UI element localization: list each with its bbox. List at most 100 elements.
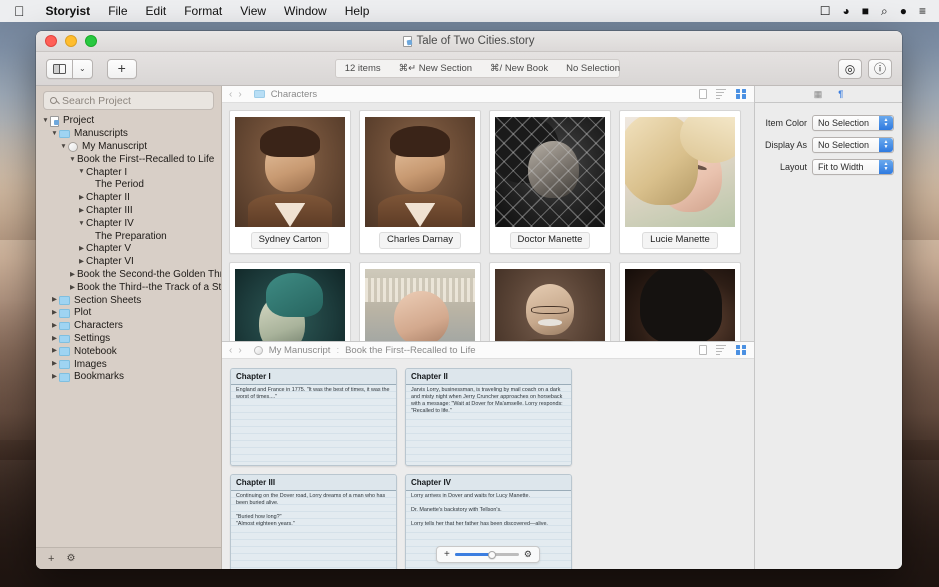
document-view-icon[interactable] [698,344,707,356]
document-view-icon[interactable] [698,88,707,100]
sidebar-item-characters[interactable]: ▶ Characters [36,320,221,333]
disclosure-open-icon[interactable]: ▼ [50,130,59,138]
character-card[interactable]: Doctor Manette [489,110,611,254]
sidebar-item-chapter-iii[interactable]: ▶ Chapter III [36,205,221,218]
zoom-control[interactable]: + ⚙ [436,546,540,563]
forward-button[interactable]: › [238,345,241,356]
outline-card-body[interactable]: Jarvis Lorry, businessman, is traveling … [406,384,571,465]
character-card[interactable] [619,261,741,341]
menu-item-format[interactable]: Format [175,4,231,18]
disclosure-closed-icon[interactable]: ▶ [50,335,59,343]
control-center-icon[interactable]: ≡ [919,5,926,17]
layout-select[interactable]: Fit to Width ▲ ▼ [812,159,894,175]
sidebar-item-notebook[interactable]: ▶ Notebook [36,345,221,358]
outline-card[interactable]: Chapter II Jarvis Lorry, businessman, is… [405,368,572,466]
disclosure-closed-icon[interactable]: ▶ [50,348,59,355]
disclosure-closed-icon[interactable]: ▶ [50,322,59,330]
battery-icon[interactable]: ■ [862,5,869,17]
add-item-button[interactable]: + [48,553,54,565]
new-book-shortcut[interactable]: ⌘/ New Book [481,63,557,74]
breadcrumb-book[interactable]: Book the First--Recalled to Life [345,345,475,356]
zoom-in-icon[interactable]: + [444,549,450,560]
disclosure-closed-icon[interactable]: ▶ [50,297,59,304]
grid-view-icon[interactable] [736,88,747,100]
search-input[interactable]: Search Project [43,91,214,110]
disclosure-open-icon[interactable]: ▼ [77,220,86,228]
menu-item-file[interactable]: File [99,4,136,18]
character-card[interactable]: Charles Darnay [359,110,481,254]
character-card[interactable]: Sydney Carton [229,110,351,254]
sidebar-item-chapter-ii[interactable]: ▶ Chapter II [36,192,221,205]
sidebar-item-chapter-iv[interactable]: ▼ Chapter IV [36,217,221,230]
toggle-sidebar-button[interactable] [46,58,73,79]
gear-icon[interactable]: ⚙ [524,549,532,560]
sidebar-item-book-the-second-the-golden-thread[interactable]: ▶Book the Second-the Golden Thread [36,269,221,282]
sidebar-item-bookmarks[interactable]: ▶ Bookmarks [36,371,221,384]
disclosure-closed-icon[interactable]: ▶ [77,258,86,266]
sidebar-item-manuscripts[interactable]: ▼ Manuscripts [36,128,221,141]
list-view-icon[interactable] [716,89,727,100]
list-view-icon[interactable] [716,345,727,356]
sidebar-item-plot[interactable]: ▶ Plot [36,307,221,320]
zoom-slider-knob[interactable] [488,550,496,559]
new-section-shortcut[interactable]: ⌘↵ New Section [390,63,481,74]
display-as-select[interactable]: No Selection ▲ ▼ [812,137,894,153]
sidebar-item-book-the-first-recalled-to-life[interactable]: ▼ Book the First--Recalled to Life [36,153,221,166]
gear-icon[interactable]: ⚙ [66,553,75,564]
disclosure-closed-icon[interactable]: ▶ [50,361,59,368]
sidebar-item-my-manuscript[interactable]: ▼ My Manuscript [36,141,221,154]
disclosure-open-icon[interactable]: ▼ [68,156,77,164]
sidebar-item-the-period[interactable]: ▶The Period [36,179,221,192]
siri-icon[interactable]: ● [900,5,907,17]
info-icon[interactable]: ⓘ [868,58,892,79]
paragraph-inspector-icon[interactable]: ¶ [838,89,843,99]
target-icon[interactable]: ◎ [838,58,862,79]
outline-card[interactable]: Chapter III Continuing on the Dover road… [230,474,397,569]
sidebar-item-the-preparation[interactable]: ▶The Preparation [36,230,221,243]
apple-icon[interactable]:  [14,4,25,18]
forward-button[interactable]: › [238,89,241,100]
disclosure-closed-icon[interactable]: ▶ [68,271,77,279]
disclosure-closed-icon[interactable]: ▶ [68,284,77,292]
sidebar-item-chapter-v[interactable]: ▶ Chapter V [36,243,221,256]
disclosure-open-icon[interactable]: ▼ [59,143,68,151]
add-item-button[interactable]: + [106,58,137,79]
layout-inspector-icon[interactable]: ▦ [814,89,823,100]
breadcrumb-manuscript[interactable]: My Manuscript [269,345,331,356]
menu-item-edit[interactable]: Edit [137,4,176,18]
character-card[interactable] [359,261,481,341]
character-card[interactable] [229,261,351,341]
wifi-icon[interactable]: ◕ [843,5,850,17]
grid-view-icon[interactable] [736,344,747,356]
sidebar-item-book-the-third-the-track-of-a-storm[interactable]: ▶Book the Third--the Track of a Storm [36,281,221,294]
disclosure-open-icon[interactable]: ▼ [77,169,86,176]
outline-card[interactable]: Chapter I England and France in 1775. "I… [230,368,397,466]
sidebar-item-settings[interactable]: ▶ Settings [36,333,221,346]
sidebar-options-button[interactable]: ⌄ [72,58,93,79]
disclosure-closed-icon[interactable]: ▶ [77,246,86,253]
back-button[interactable]: ‹ [229,345,232,356]
search-icon[interactable]: ⌕ [881,5,888,17]
sidebar-item-chapter-vi[interactable]: ▶ Chapter VI [36,256,221,269]
menu-item-view[interactable]: View [231,4,275,18]
disclosure-open-icon[interactable]: ▼ [41,118,50,125]
character-card[interactable]: Lucie Manette [619,110,741,254]
menu-item-window[interactable]: Window [275,4,336,18]
outline-card-body[interactable]: England and France in 1775. "It was the … [231,384,396,465]
menu-item-storyist[interactable]: Storyist [37,4,100,18]
item-color-select[interactable]: No Selection ▲ ▼ [812,115,894,131]
zoom-slider[interactable] [454,550,519,559]
disclosure-closed-icon[interactable]: ▶ [77,207,86,215]
outline-card-body[interactable]: Continuing on the Dover road, Lorry drea… [231,490,396,569]
sidebar-item-chapter-i[interactable]: ▼ Chapter I [36,166,221,179]
disclosure-closed-icon[interactable]: ▶ [50,374,59,381]
sidebar-item-images[interactable]: ▶ Images [36,358,221,371]
sidebar-item-section-sheets[interactable]: ▶ Section Sheets [36,294,221,307]
character-card[interactable] [489,261,611,341]
airplay-icon[interactable]: ☐ [820,5,831,17]
breadcrumb-characters[interactable]: Characters [271,89,317,100]
menu-item-help[interactable]: Help [336,4,379,18]
disclosure-closed-icon[interactable]: ▶ [77,194,86,202]
back-button[interactable]: ‹ [229,89,232,100]
disclosure-closed-icon[interactable]: ▶ [50,310,59,317]
